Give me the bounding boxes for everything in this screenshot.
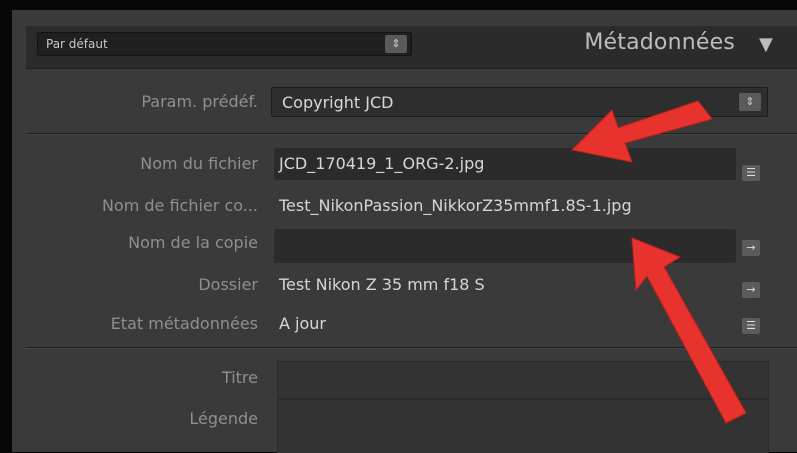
arrow-right-icon[interactable]: →: [742, 282, 760, 298]
folder-value: Test Nikon Z 35 mm f18 S: [279, 275, 485, 294]
divider: [26, 68, 797, 69]
metadata-status-label: Etat métadonnées: [110, 314, 258, 333]
spinner-icon: ⇕: [385, 35, 407, 53]
copy-name-input[interactable]: [274, 229, 736, 263]
original-file-name-label: Nom de fichier co...: [101, 196, 258, 215]
title-input[interactable]: [277, 361, 769, 399]
file-name-value: JCD_170419_1_ORG-2.jpg: [279, 154, 485, 173]
folder-label: Dossier: [198, 275, 258, 294]
spinner-icon: ⇕: [739, 93, 761, 111]
panel-title[interactable]: Métadonnées: [584, 30, 735, 55]
param-predef-select[interactable]: Copyright JCD ⇕: [271, 87, 768, 117]
original-file-name-value: Test_NikonPassion_NikkorZ35mmf1.8S-1.jpg: [279, 196, 632, 215]
arrow-right-icon[interactable]: →: [742, 240, 760, 256]
metadata-view-select[interactable]: Par défaut ⇕: [37, 32, 412, 56]
metadata-view-value: Par défaut: [46, 37, 108, 51]
title-label: Titre: [221, 368, 258, 387]
metadata-status-value: A jour: [279, 314, 326, 333]
divider-highlight: [26, 348, 797, 349]
collapse-triangle-icon[interactable]: ▼: [759, 31, 787, 59]
list-icon[interactable]: ☰: [742, 165, 760, 181]
list-icon[interactable]: ☰: [742, 318, 760, 334]
param-predef-value: Copyright JCD: [282, 93, 394, 112]
param-predef-label: Param. prédéf.: [141, 92, 258, 111]
divider-highlight: [26, 134, 797, 135]
caption-input[interactable]: [277, 399, 769, 453]
copy-name-label: Nom de la copie: [128, 233, 258, 252]
caption-label: Légende: [189, 409, 258, 428]
file-name-label: Nom du fichier: [140, 154, 258, 173]
